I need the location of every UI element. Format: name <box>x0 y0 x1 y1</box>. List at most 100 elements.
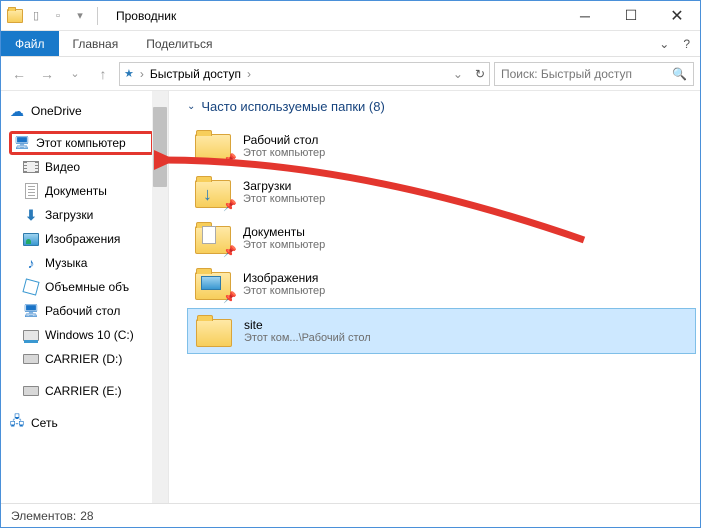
help-icon[interactable]: ? <box>683 37 690 51</box>
pin-icon: 📌 <box>223 199 235 211</box>
nav-item-music[interactable]: ♪ Музыка <box>9 251 168 275</box>
list-item[interactable]: 📌 Рабочий столЭтот компьютер <box>187 124 696 168</box>
group-header-frequent[interactable]: ⌄ Часто используемые папки (8) <box>187 99 696 114</box>
breadcrumb-location[interactable]: Быстрый доступ <box>150 67 241 81</box>
download-icon: ⬇ <box>23 207 39 223</box>
nav-label: Документы <box>45 184 107 198</box>
status-count: 28 <box>80 509 93 523</box>
tab-file[interactable]: Файл <box>1 31 59 56</box>
ribbon-expand-icon[interactable]: ⌄ <box>659 37 669 51</box>
items-list: 📌Рабочий столЭтот компьютер↓📌ЗагрузкиЭто… <box>187 124 696 354</box>
maximize-button[interactable]: ☐ <box>608 1 654 31</box>
qat-dropdown-icon[interactable]: ▾ <box>71 7 89 25</box>
nav-scrollbar[interactable] <box>152 91 168 503</box>
list-item[interactable]: 📌ИзображенияЭтот компьютер <box>187 262 696 306</box>
back-button[interactable]: ← <box>7 62 31 86</box>
pc-icon: 🖥 <box>14 135 30 151</box>
list-item[interactable]: siteЭтот ком...\Рабочий стол <box>187 308 696 354</box>
item-text: ЗагрузкиЭтот компьютер <box>243 179 325 205</box>
pin-icon: 📌 <box>223 153 235 165</box>
video-icon <box>23 161 39 173</box>
ribbon-tabs: Файл Главная Поделиться ⌄ ? <box>1 31 700 57</box>
disk-icon <box>23 330 39 341</box>
address-dropdown-icon[interactable]: ⌄ <box>453 67 463 81</box>
item-subtext: Этот компьютер <box>243 193 325 205</box>
nav-label: CARRIER (E:) <box>45 384 122 398</box>
item-name: Рабочий стол <box>243 133 325 147</box>
nav-label: Рабочий стол <box>45 304 120 318</box>
3d-icon <box>22 278 39 295</box>
item-text: Рабочий столЭтот компьютер <box>243 133 325 159</box>
nav-label: Музыка <box>45 256 87 270</box>
item-name: Загрузки <box>243 179 325 193</box>
item-name: Документы <box>243 225 325 239</box>
nav-item-drive-e[interactable]: CARRIER (E:) <box>9 379 168 403</box>
folder-icon: ↓📌 <box>193 174 233 210</box>
tab-home[interactable]: Главная <box>59 31 133 56</box>
qat-newfolder-icon[interactable]: ▫ <box>49 7 67 25</box>
window-title: Проводник <box>116 9 176 23</box>
minimize-button[interactable]: ─ <box>562 1 608 31</box>
pictures-icon <box>23 233 39 246</box>
folder-icon: 📌 <box>193 128 233 164</box>
tab-share[interactable]: Поделиться <box>132 31 226 56</box>
item-text: ДокументыЭтот компьютер <box>243 225 325 251</box>
quick-access-toolbar: ▯ ▫ ▾ <box>1 7 108 25</box>
nav-item-onedrive[interactable]: ☁ OneDrive <box>9 99 168 123</box>
breadcrumb-sep: › <box>140 67 144 81</box>
nav-label: Изображения <box>45 232 120 246</box>
item-subtext: Этот компьютер <box>243 285 325 297</box>
nav-item-videos[interactable]: Видео <box>9 155 168 179</box>
list-item[interactable]: 📌 ДокументыЭтот компьютер <box>187 216 696 260</box>
breadcrumb-sep: › <box>247 67 251 81</box>
qat-properties-icon[interactable]: ▯ <box>27 7 45 25</box>
search-input[interactable]: Поиск: Быстрый доступ 🔍 <box>494 62 694 86</box>
scrollbar-thumb[interactable] <box>153 107 167 187</box>
divider <box>97 7 98 25</box>
search-placeholder: Поиск: Быстрый доступ <box>501 67 632 81</box>
forward-button[interactable]: → <box>35 62 59 86</box>
app-icon <box>7 9 23 23</box>
picture-overlay-icon <box>201 276 221 290</box>
pin-icon: 📌 <box>223 245 235 257</box>
address-field[interactable]: ★ › Быстрый доступ › ⌄ ↻ <box>119 62 490 86</box>
up-button[interactable]: ↑ <box>91 62 115 86</box>
status-label: Элементов: <box>11 509 76 523</box>
status-bar: Элементов: 28 <box>1 503 700 527</box>
nav-item-this-pc[interactable]: 🖥 Этот компьютер <box>9 131 154 155</box>
network-icon: 🖧 <box>9 415 25 431</box>
chevron-down-icon: ⌄ <box>187 101 195 112</box>
nav-label: CARRIER (D:) <box>45 352 122 366</box>
item-subtext: Этот компьютер <box>243 239 325 251</box>
folder-icon <box>194 313 234 349</box>
group-title: Часто используемые папки (8) <box>201 99 384 114</box>
drive-icon <box>23 354 39 364</box>
body: ☁ OneDrive 🖥 Этот компьютер Видео Докуме… <box>1 91 700 503</box>
refresh-icon[interactable]: ↻ <box>475 67 485 81</box>
nav-item-network[interactable]: 🖧 Сеть <box>9 411 168 435</box>
desktop-icon: 🖥 <box>23 303 39 319</box>
nav-item-downloads[interactable]: ⬇ Загрузки <box>9 203 168 227</box>
document-icon <box>25 183 38 199</box>
address-toolbar: ← → ⌄ ↑ ★ › Быстрый доступ › ⌄ ↻ Поиск: … <box>1 57 700 91</box>
window-controls: ─ ☐ ✕ <box>562 1 700 31</box>
nav-item-desktop[interactable]: 🖥 Рабочий стол <box>9 299 168 323</box>
item-text: ИзображенияЭтот компьютер <box>243 271 325 297</box>
nav-item-documents[interactable]: Документы <box>9 179 168 203</box>
music-icon: ♪ <box>23 255 39 271</box>
nav-label: Windows 10 (C:) <box>45 328 134 342</box>
nav-item-drive-d[interactable]: CARRIER (D:) <box>9 347 168 371</box>
explorer-window: ▯ ▫ ▾ Проводник ─ ☐ ✕ Файл Главная Подел… <box>0 0 701 528</box>
recent-locations-icon[interactable]: ⌄ <box>63 62 87 86</box>
quick-access-icon: ★ <box>124 67 134 80</box>
nav-item-pictures[interactable]: Изображения <box>9 227 168 251</box>
item-text: siteЭтот ком...\Рабочий стол <box>244 318 371 344</box>
close-button[interactable]: ✕ <box>654 1 700 31</box>
nav-item-3dobjects[interactable]: Объемные объ <box>9 275 168 299</box>
list-item[interactable]: ↓📌 ЗагрузкиЭтот компьютер <box>187 170 696 214</box>
nav-label: OneDrive <box>31 104 82 118</box>
onedrive-icon: ☁ <box>9 103 25 119</box>
nav-item-drive-c[interactable]: Windows 10 (C:) <box>9 323 168 347</box>
item-name: site <box>244 318 371 332</box>
item-subtext: Этот компьютер <box>243 147 325 159</box>
